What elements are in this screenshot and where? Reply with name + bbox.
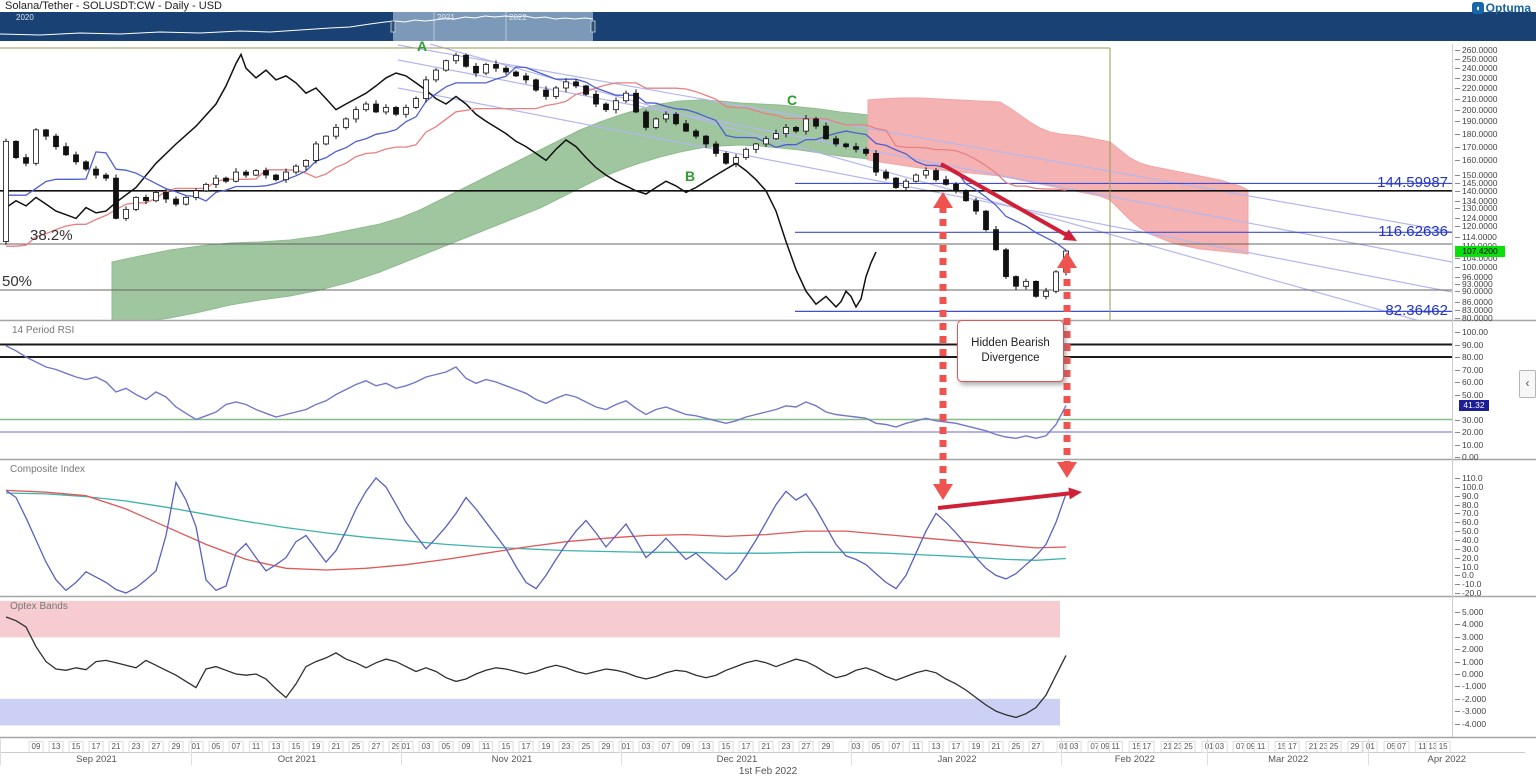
composite-fast-line [5, 489, 1067, 571]
chart-canvas[interactable] [0, 0, 1536, 783]
rsi-line [5, 345, 1067, 440]
composite-pane [5, 477, 1067, 594]
ichimoku-cloud [111, 99, 869, 321]
nav-selection-handle[interactable] [590, 20, 596, 33]
optex-pane [0, 600, 1067, 726]
composite-main-line [5, 477, 1067, 594]
rsi-pane [0, 343, 1452, 440]
optex-upper-band [0, 600, 1060, 638]
timeline-navigator[interactable] [0, 12, 1536, 41]
trend-line [397, 44, 1452, 233]
solid-trend-arrow [937, 490, 1077, 510]
price-pane [0, 44, 1452, 321]
navigator-background [0, 12, 1536, 41]
arrowhead-icon [1068, 487, 1082, 500]
optuma-chart-window: Solana/Tether - SOLUSDT:CW - Daily - USD… [0, 0, 1536, 783]
optex-lower-band [0, 698, 1060, 726]
arrowhead-down-icon [1057, 462, 1077, 478]
panel-collapse-button[interactable]: ‹ [1519, 370, 1536, 398]
nav-selection-handle[interactable] [390, 20, 396, 33]
arrowhead-down-icon [933, 484, 953, 500]
arrowhead-up-icon [1057, 252, 1077, 268]
